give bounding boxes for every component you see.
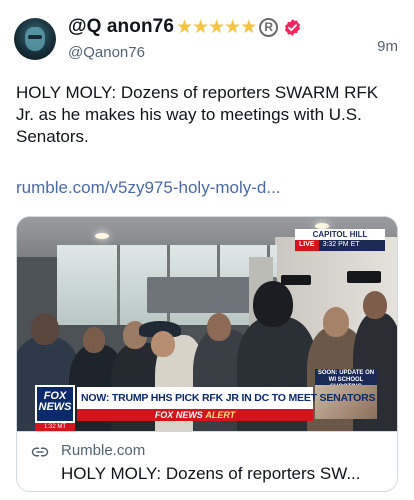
link-preview-card[interactable]: CAPITOL HILL LIVE 3:32 PM ET SOON: UPDAT… — [16, 216, 398, 492]
news-lower-third: FOX NEWS 1:32 MT NOW: TRUMP HHS PICK RFK… — [17, 385, 397, 431]
star-icon: ★ — [192, 16, 210, 38]
alert-prefix: FOX NEWS — [154, 410, 203, 420]
post-header: @Q anon76 ★ ★ ★ ★ ★ R @Qanon76 9m — [14, 14, 400, 70]
video-thumbnail[interactable]: CAPITOL HILL LIVE 3:32 PM ET SOON: UPDAT… — [17, 217, 397, 431]
post-link[interactable]: rumble.com/v5zy975-holy-moly-d... — [16, 178, 281, 198]
star-icon: ★ — [224, 16, 242, 38]
star-icon: ★ — [240, 16, 258, 38]
verified-badge-icon — [285, 18, 301, 36]
broadcast-location: CAPITOL HILL — [295, 229, 385, 240]
logo-line-2: NEWS — [38, 401, 72, 413]
avatar[interactable] — [14, 18, 56, 60]
post-timestamp[interactable]: 9m — [377, 38, 398, 55]
live-label: LIVE — [295, 240, 319, 251]
star-icon: ★ — [208, 16, 226, 38]
card-footer[interactable]: Rumble.com HOLY MOLY: Dozens of reporter… — [17, 431, 397, 491]
display-name[interactable]: @Q anon76 — [68, 16, 174, 38]
star-icon: ★ — [176, 16, 194, 38]
news-headline: NOW: TRUMP HHS PICK RFK JR IN DC TO MEET… — [77, 387, 376, 409]
link-chain-icon — [31, 447, 49, 457]
user-handle[interactable]: @Qanon76 — [68, 44, 145, 61]
fox-news-logo: FOX NEWS — [35, 385, 75, 423]
card-domain: Rumble.com — [61, 442, 146, 459]
network-time: 1:32 MT — [35, 423, 75, 431]
card-title: HOLY MOLY: Dozens of reporters SW... — [61, 464, 361, 483]
alert-bar: FOX NEWS ALERT — [77, 409, 313, 421]
name-row: @Q anon76 ★ ★ ★ ★ ★ R — [68, 16, 302, 38]
post-text: HOLY MOLY: Dozens of reporters SWARM RFK… — [16, 83, 379, 146]
alert-word: ALERT — [205, 410, 236, 420]
live-time: 3:32 PM ET — [318, 240, 385, 251]
registered-mark-icon: R — [259, 17, 279, 37]
stars-badge: ★ ★ ★ ★ ★ — [176, 16, 258, 38]
live-bug: CAPITOL HILL LIVE 3:32 PM ET — [295, 229, 385, 251]
